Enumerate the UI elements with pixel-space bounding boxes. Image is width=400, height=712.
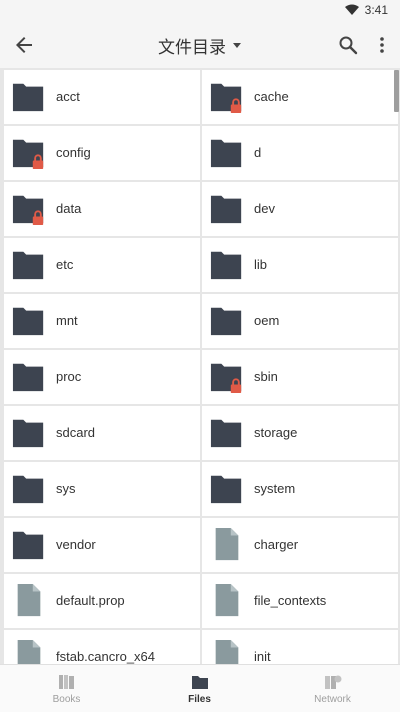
bottom-nav: Books Files Network [0, 664, 400, 712]
file-item[interactable]: mnt [4, 294, 200, 348]
file-item[interactable]: vendor [4, 518, 200, 572]
file-name: system [254, 481, 296, 496]
nav-item-books[interactable]: Books [0, 665, 133, 712]
locked-folder-icon [12, 139, 44, 170]
file-item[interactable]: data [4, 182, 200, 236]
file-item[interactable]: sdcard [4, 406, 200, 460]
file-name: etc [56, 257, 74, 272]
network-icon [324, 675, 341, 689]
folder-icon [12, 475, 44, 504]
nav-label-books: Books [52, 694, 81, 705]
file-icon [215, 640, 239, 664]
file-item[interactable]: init [202, 630, 398, 664]
file-name: storage [254, 425, 298, 440]
books-icon [58, 675, 74, 689]
file-name: sdcard [56, 425, 96, 440]
folder-icon [12, 83, 44, 112]
file-item[interactable]: d [202, 126, 398, 180]
status-icons: 3:41 [344, 3, 388, 17]
scrollbar[interactable] [394, 70, 399, 112]
file-item[interactable]: cache [202, 70, 398, 124]
file-item[interactable]: oem [202, 294, 398, 348]
folder-icon [12, 419, 44, 448]
file-item[interactable]: storage [202, 406, 398, 460]
folder-icon [12, 251, 44, 280]
file-name: lib [254, 257, 268, 272]
file-name: cache [254, 89, 289, 104]
file-item[interactable]: dev [202, 182, 398, 236]
dropdown-arrow-icon[interactable] [232, 40, 242, 50]
folder-icon [191, 676, 208, 689]
page-title[interactable]: 文件目录 [158, 33, 226, 58]
file-item[interactable]: lib [202, 238, 398, 292]
locked-folder-icon [12, 195, 44, 226]
nav-label-network: Network [314, 694, 351, 705]
file-name: vendor [56, 537, 96, 552]
folder-icon [210, 475, 242, 504]
file-item[interactable]: sys [4, 462, 200, 516]
file-icon [215, 584, 239, 617]
folder-icon [12, 363, 44, 392]
file-name: dev [254, 201, 275, 216]
locked-folder-icon [210, 363, 242, 394]
nav-label-files: Files [188, 694, 211, 705]
file-icon [17, 640, 41, 664]
locked-folder-icon [210, 83, 242, 114]
wifi-icon [344, 4, 359, 15]
file-name: file_contexts [254, 593, 327, 608]
nav-item-network[interactable]: Network [266, 665, 399, 712]
file-name: config [56, 145, 91, 160]
nav-item-files[interactable]: Files [133, 665, 266, 712]
file-name: oem [254, 313, 280, 328]
file-name: sys [56, 481, 76, 496]
file-grid: acct cache config d data dev etc lib mnt oem proc s… [0, 68, 400, 664]
file-name: charger [254, 537, 299, 552]
file-item[interactable]: charger [202, 518, 398, 572]
folder-icon [210, 419, 242, 448]
folder-icon [210, 307, 242, 336]
file-name: data [56, 201, 82, 216]
file-item[interactable]: fstab.cancro_x64 [4, 630, 200, 664]
file-item[interactable]: file_contexts [202, 574, 398, 628]
file-item[interactable]: proc [4, 350, 200, 404]
status-bar: 3:41 [0, 0, 400, 22]
file-item[interactable]: default.prop [4, 574, 200, 628]
file-name: acct [56, 89, 80, 104]
file-name: fstab.cancro_x64 [56, 649, 156, 664]
file-item[interactable]: config [4, 126, 200, 180]
file-name: sbin [254, 369, 278, 384]
file-icon [17, 584, 41, 617]
folder-icon [12, 307, 44, 336]
status-time: 3:41 [364, 3, 388, 17]
file-name: d [254, 145, 262, 160]
file-item[interactable]: system [202, 462, 398, 516]
more-options-icon[interactable] [370, 33, 394, 57]
back-arrow-icon[interactable] [12, 33, 36, 57]
file-icon [215, 528, 239, 561]
file-name: default.prop [56, 593, 125, 608]
folder-icon [210, 139, 242, 168]
folder-icon [210, 195, 242, 224]
folder-icon [12, 531, 44, 560]
file-item[interactable]: etc [4, 238, 200, 292]
folder-icon [210, 251, 242, 280]
file-item[interactable]: sbin [202, 350, 398, 404]
file-item[interactable]: acct [4, 70, 200, 124]
file-name: init [254, 649, 271, 664]
file-name: proc [56, 369, 82, 384]
file-name: mnt [56, 313, 78, 328]
app-bar: 文件目录 [0, 22, 400, 68]
search-icon[interactable] [336, 33, 360, 57]
